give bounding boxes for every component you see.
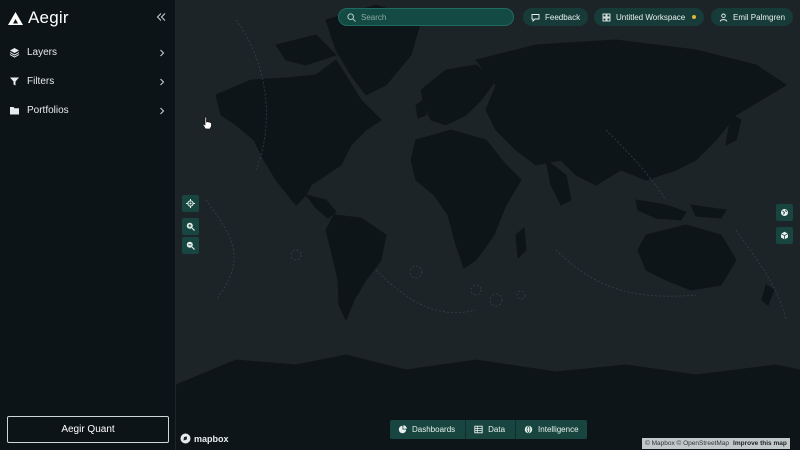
zoom-in-icon: [186, 222, 195, 231]
user-name: Emil Palmgren: [733, 12, 786, 22]
filter-icon: [9, 76, 20, 87]
search-bar[interactable]: [338, 8, 514, 26]
sidebar-item-filters[interactable]: Filters: [0, 67, 176, 96]
zoom-in-button[interactable]: [182, 218, 199, 235]
tab-label: Intelligence: [538, 425, 579, 434]
workspace-button[interactable]: Untitled Workspace: [594, 8, 705, 26]
world-map: [176, 4, 800, 450]
feedback-button[interactable]: Feedback: [523, 8, 589, 26]
mapbox-wordmark: mapbox: [194, 433, 229, 444]
tab-data[interactable]: Data: [465, 420, 513, 439]
aegir-quant-button[interactable]: Aegir Quant: [7, 416, 169, 443]
workspace-label: Untitled Workspace: [616, 12, 686, 22]
attribution-text[interactable]: © Mapbox © OpenStreetMap: [645, 440, 729, 447]
feedback-label: Feedback: [545, 12, 581, 22]
tab-label: Dashboards: [412, 425, 456, 434]
sidebar-item-label: Layers: [27, 47, 58, 58]
collapse-sidebar-button[interactable]: [154, 10, 168, 24]
layers-icon: [9, 47, 20, 58]
workspace-grid-icon: [602, 13, 611, 21]
globe-icon: [524, 425, 533, 434]
zoom-out-icon: [186, 241, 195, 250]
user-menu-button[interactable]: Emil Palmgren: [711, 8, 794, 26]
chevron-right-icon: [160, 107, 165, 114]
brand[interactable]: Aegir: [8, 8, 69, 28]
sidebar-item-portfolios[interactable]: Portfolios: [0, 96, 176, 125]
locate-button[interactable]: [182, 195, 199, 212]
double-chevron-left-icon: [156, 13, 166, 21]
hand-cursor-icon: [202, 116, 212, 130]
search-input[interactable]: [361, 12, 501, 22]
map-style-button[interactable]: [776, 204, 793, 221]
improve-map-link[interactable]: Improve this map: [733, 440, 787, 447]
chevron-right-icon: [160, 78, 165, 85]
aegir-logo-icon: [8, 11, 23, 25]
locate-icon: [186, 199, 195, 208]
zoom-out-button[interactable]: [182, 237, 199, 254]
map-canvas[interactable]: [176, 0, 800, 450]
layers-toggle-icon: [781, 209, 788, 216]
unsaved-indicator: [692, 15, 697, 19]
search-icon: [347, 12, 356, 22]
sidebar-item-label: Filters: [27, 76, 55, 87]
mapbox-icon: [180, 433, 191, 444]
app-root: Aegir Layers Filters Portfolios Aegir Qu…: [0, 0, 800, 450]
bottom-tab-bar: Dashboards Data Intelligence: [390, 420, 587, 439]
tab-label: Data: [488, 425, 506, 434]
cube-icon: [780, 231, 789, 240]
mapbox-logo[interactable]: mapbox: [180, 433, 229, 444]
sidebar-nav: Layers Filters Portfolios: [0, 38, 176, 125]
sidebar-item-label: Portfolios: [27, 105, 69, 116]
map-attribution: © Mapbox © OpenStreetMap Improve this ma…: [642, 438, 790, 449]
folder-icon: [9, 105, 20, 116]
3d-view-button[interactable]: [776, 227, 793, 244]
app-name: Aegir: [28, 8, 69, 27]
pie-chart-icon: [398, 425, 407, 434]
tab-dashboards[interactable]: Dashboards: [390, 420, 463, 439]
user-icon: [719, 13, 728, 22]
table-icon: [474, 425, 483, 434]
tab-intelligence[interactable]: Intelligence: [515, 420, 586, 439]
sidebar: Aegir Layers Filters Portfolios Aegir Qu…: [0, 0, 176, 450]
sidebar-item-layers[interactable]: Layers: [0, 38, 176, 67]
chevron-right-icon: [160, 49, 165, 56]
chat-icon: [531, 13, 540, 22]
